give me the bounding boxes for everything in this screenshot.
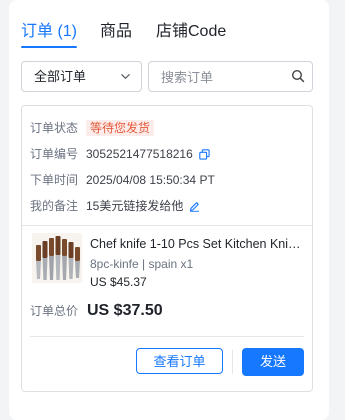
send-button[interactable]: 发送 (242, 348, 304, 376)
product-variant: 8pc-kinfe | spain x1 (90, 257, 194, 271)
product-thumbnail[interactable] (32, 233, 82, 283)
copy-icon[interactable] (199, 149, 210, 160)
order-number-row: 订单编号 3052521477518216 (30, 146, 210, 162)
status-badge: 等待您发货 (86, 120, 155, 136)
order-number-value: 3052521477518216 (86, 147, 193, 161)
actions-divider (30, 336, 304, 337)
tab-orders[interactable]: 订单 (1) (21, 22, 77, 42)
button-separator (232, 350, 233, 374)
order-status-row: 订单状态 等待您发货 (30, 120, 155, 136)
order-status-select-value: 全部订单 (34, 69, 87, 84)
order-total-row: 订单总价 US $37.50 (30, 302, 163, 320)
order-note-value: 15美元链接发给他 (86, 199, 184, 213)
product-price: US $45.37 (90, 275, 147, 289)
order-panel: 订单 (1) 商品 店铺Code 全部订单 订单状态等待您发货 订单编号 3052… (9, 0, 329, 420)
order-note-row: 我的备注 15美元链接发给他 (30, 198, 200, 214)
order-total-label: 订单总价 (30, 304, 79, 318)
filter-bar: 全部订单 (21, 61, 313, 92)
tab-products[interactable]: 商品 (100, 22, 132, 42)
order-time-row: 下单时间 2025/04/08 15:50:34 PT (30, 172, 215, 188)
order-time-value: 2025/04/08 15:50:34 PT (86, 173, 215, 187)
view-order-button[interactable]: 查看订单 (136, 348, 223, 374)
edit-icon[interactable] (189, 201, 200, 213)
knife-set-image (32, 233, 82, 283)
order-search-input[interactable] (161, 68, 281, 86)
search-icon[interactable] (291, 69, 305, 83)
order-number-label: 订单编号 (30, 147, 79, 161)
tab-store-code[interactable]: 店铺Code (156, 22, 226, 42)
order-total-value: US $37.50 (87, 302, 163, 319)
order-note-label: 我的备注 (30, 199, 79, 213)
card-divider (22, 225, 312, 226)
order-status-select[interactable]: 全部订单 (21, 61, 142, 92)
order-time-label: 下单时间 (30, 173, 79, 187)
product-title[interactable]: Chef knife 1-10 Pcs Set Kitchen Knives (90, 236, 304, 252)
chevron-down-icon (121, 74, 130, 79)
order-search-box (148, 61, 313, 92)
active-tab-indicator (21, 46, 77, 48)
order-status-label: 订单状态 (30, 121, 79, 135)
order-card: 订单状态 等待您发货 订单编号 3052521477518216 下单时间 2025/… (21, 105, 313, 392)
